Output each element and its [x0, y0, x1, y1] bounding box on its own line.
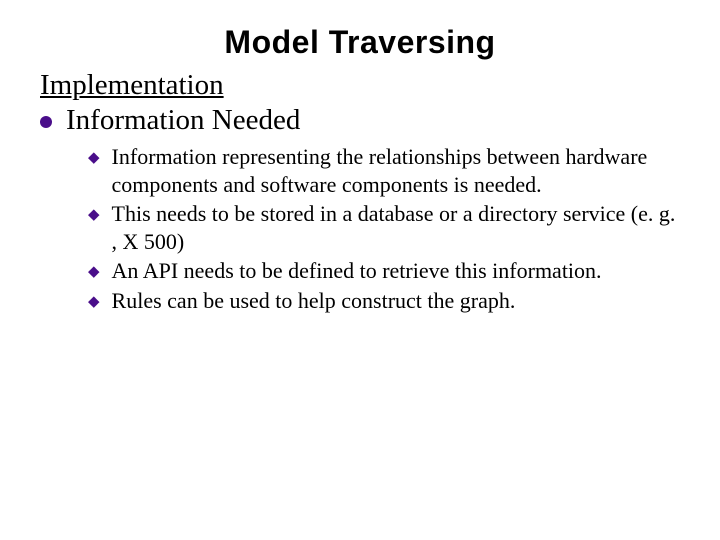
- slide-subtitle: Implementation: [40, 69, 680, 102]
- diamond-bullet-icon: ◆: [88, 148, 100, 167]
- list-item-text: Information Needed: [66, 104, 300, 137]
- bullet-list-level1: Information Needed: [40, 104, 680, 137]
- list-item-text: An API needs to be defined to retrieve t…: [112, 257, 602, 285]
- list-item: Information Needed: [40, 104, 680, 137]
- slide: Model Traversing Implementation Informat…: [0, 0, 720, 540]
- diamond-bullet-icon: ◆: [88, 262, 100, 281]
- list-item: ◆ This needs to be stored in a database …: [88, 200, 680, 255]
- list-item-text: Rules can be used to help construct the …: [112, 287, 516, 315]
- bullet-list-level2: ◆ Information representing the relations…: [88, 143, 680, 314]
- list-item: ◆ Information representing the relations…: [88, 143, 680, 198]
- list-item-text: This needs to be stored in a database or…: [112, 200, 680, 255]
- list-item: ◆ An API needs to be defined to retrieve…: [88, 257, 680, 285]
- list-item-text: Information representing the relationshi…: [112, 143, 680, 198]
- circle-bullet-icon: [40, 116, 52, 128]
- diamond-bullet-icon: ◆: [88, 205, 100, 224]
- list-item: ◆ Rules can be used to help construct th…: [88, 287, 680, 315]
- slide-title: Model Traversing: [40, 24, 680, 61]
- diamond-bullet-icon: ◆: [88, 292, 100, 311]
